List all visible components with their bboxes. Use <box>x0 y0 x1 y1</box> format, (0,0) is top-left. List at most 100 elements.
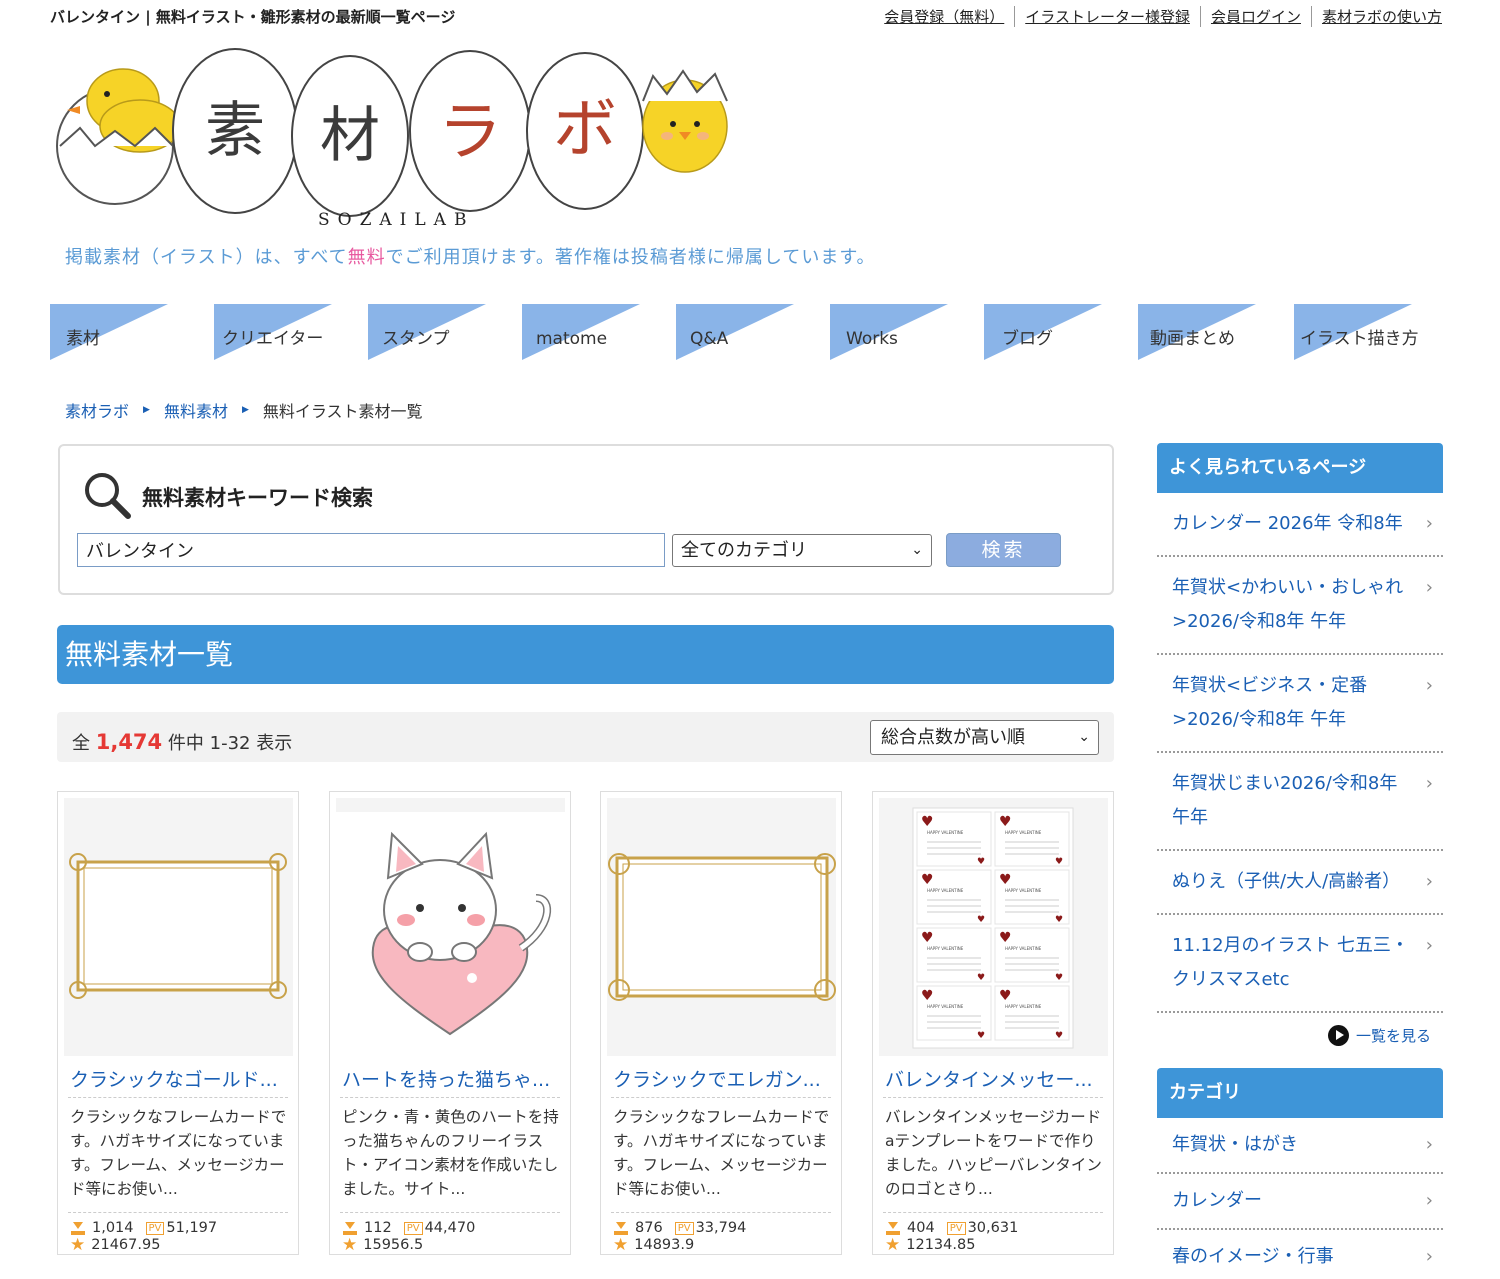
mini-card-text: HAPPY VALENTINE <box>927 946 964 951</box>
notice-text-end: でご利用頂けます。著作権は投稿者様に帰属しています。 <box>385 247 876 268</box>
chevron-down-icon: ⌄ <box>911 542 923 558</box>
sort-select[interactable]: 総合点数が高い順 ⌄ <box>870 720 1099 755</box>
material-card[interactable]: クラシックでエレガン... クラシックなフレームカードです。ハガキサイズになって… <box>600 791 842 1255</box>
nav-item-blog[interactable]: ブログ <box>984 304 1102 360</box>
card-description: クラシックなフレームカードです。ハガキサイズになっています。フレーム、メッセージ… <box>613 1108 830 1198</box>
card-description: クラシックなフレームカードです。ハガキサイズになっています。フレーム、メッセージ… <box>70 1108 287 1198</box>
logo-char-so: 素 <box>205 96 265 166</box>
pv-count: 51,197 <box>166 1220 218 1236</box>
heart-icon: ♥ <box>977 973 985 983</box>
download-count: 404 <box>907 1220 935 1236</box>
chevron-right-icon: › <box>1425 577 1433 598</box>
popular-item[interactable]: 年賀状<かわいい・おしゃれ>2026/令和8年 午年 › <box>1157 557 1443 655</box>
category-item[interactable]: 春のイメージ・行事 › <box>1157 1230 1443 1279</box>
material-card[interactable]: クラシックなゴールド... クラシックなフレームカードです。ハガキサイズになって… <box>57 791 299 1255</box>
divider <box>68 1212 288 1213</box>
score: 12134.85 <box>906 1237 976 1253</box>
see-all-link[interactable]: 一覧を見る <box>1157 1013 1443 1057</box>
divider <box>68 1097 288 1098</box>
card-title[interactable]: ハートを持った猫ちゃ... <box>342 1065 550 1092</box>
popular-item[interactable]: ぬりえ（子供/大人/高齢者） › <box>1157 851 1443 915</box>
search-icon <box>82 470 134 526</box>
login-link[interactable]: 会員ログイン <box>1201 6 1312 27</box>
nav-item-matome[interactable]: matome <box>522 304 640 360</box>
popular-item-label: 年賀状じまい2026/令和8年 午年 <box>1172 773 1398 828</box>
heart-icon: ♥ <box>1055 973 1063 983</box>
nav-item-creator[interactable]: クリエイター <box>214 304 332 360</box>
search-panel <box>58 444 1114 595</box>
register-link[interactable]: 会員登録（無料） <box>874 6 1016 27</box>
popular-item[interactable]: カレンダー 2026年 令和8年 › <box>1157 493 1443 557</box>
howto-link[interactable]: 素材ラボの使い方 <box>1312 6 1442 27</box>
site-tagline: バレンタイン | 無料イラスト・雛形素材の最新順一覧ページ <box>50 8 456 26</box>
heart-icon: ♥ <box>999 930 1012 946</box>
free-notice: 掲載素材（イラスト）は、すべて無料でご利用頂けます。著作権は投稿者様に帰属してい… <box>65 243 876 269</box>
search-button[interactable]: 検索 <box>946 533 1061 567</box>
see-all-label: 一覧を見る <box>1356 1027 1432 1045</box>
download-icon <box>886 1221 900 1235</box>
nav-item-sozai[interactable]: 素材 <box>50 304 168 360</box>
breadcrumb-home[interactable]: 素材ラボ <box>65 398 129 422</box>
category-item[interactable]: 年賀状・はがき › <box>1157 1118 1443 1174</box>
illustrator-register-link[interactable]: イラストレーター様登録 <box>1015 6 1201 27</box>
pv-icon: PV <box>403 1222 423 1235</box>
star-icon: ★ <box>885 1235 901 1255</box>
category-select-value: 全てのカテゴリ <box>681 540 807 561</box>
divider <box>883 1097 1103 1098</box>
popular-item-label: 年賀状<かわいい・おしゃれ>2026/令和8年 午年 <box>1172 577 1404 632</box>
card-title[interactable]: クラシックなゴールド... <box>70 1065 278 1092</box>
nav-label: 動画まとめ <box>1150 329 1235 349</box>
nav-label: スタンプ <box>382 329 450 349</box>
pv-count: 30,631 <box>967 1220 1019 1236</box>
site-logo[interactable]: 素 材 ラ ボ <box>55 36 735 236</box>
nav-item-stamp[interactable]: スタンプ <box>368 304 486 360</box>
material-card[interactable]: ハートを持った猫ちゃ... ピンク・青・黄色のハートを持った猫ちゃんのフリーイラ… <box>329 791 571 1255</box>
card-stats: 1,014 PV 51,197 ★ 21467.95 <box>70 1220 217 1254</box>
card-thumbnail[interactable] <box>64 798 293 1056</box>
breadcrumb-separator-icon: ▶ <box>143 405 150 415</box>
category-title: カテゴリ <box>1157 1068 1443 1118</box>
mini-card-text: HAPPY VALENTINE <box>927 1004 964 1009</box>
category-item[interactable]: カレンダー › <box>1157 1174 1443 1230</box>
sort-select-value: 総合点数が高い順 <box>881 727 1025 748</box>
card-title[interactable]: バレンタインメッセー... <box>885 1065 1093 1092</box>
mini-card-text: HAPPY VALENTINE <box>1005 1004 1042 1009</box>
nav-label: Works <box>846 329 898 349</box>
card-thumbnail[interactable]: ♥ HAPPY VALENTINE ♥ ♥ HAPPY VALENTINE ♥ ♥ HAPPY… <box>879 798 1108 1056</box>
play-icon <box>1328 1025 1349 1046</box>
nav-item-qa[interactable]: Q&A <box>676 304 794 360</box>
card-thumbnail[interactable] <box>336 798 565 1056</box>
download-count: 876 <box>635 1220 663 1236</box>
search-title: 無料素材キーワード検索 <box>142 486 373 510</box>
section-heading: 無料素材一覧 <box>57 625 1114 684</box>
download-icon <box>614 1221 628 1235</box>
breadcrumb-separator-icon: ▶ <box>241 405 249 415</box>
count-number: 1,474 <box>95 730 163 754</box>
card-stats: 112 PV 44,470 ★ 15956.5 <box>342 1220 475 1254</box>
divider <box>340 1212 560 1213</box>
nav-item-works[interactable]: Works <box>830 304 948 360</box>
card-thumbnail[interactable] <box>607 798 836 1056</box>
logo-char-zai: 材 <box>320 101 380 171</box>
search-input[interactable] <box>77 533 665 567</box>
category-item-label: 年賀状・はがき <box>1172 1134 1298 1155</box>
score: 15956.5 <box>363 1237 424 1253</box>
material-card[interactable]: ♥ HAPPY VALENTINE ♥ ♥ HAPPY VALENTINE ♥ ♥ HAPPY… <box>872 791 1114 1255</box>
nav-item-howto-draw[interactable]: イラスト描き方 <box>1294 304 1419 360</box>
pv-icon: PV <box>674 1222 694 1235</box>
heart-icon: ♥ <box>1055 915 1063 925</box>
star-icon: ★ <box>342 1235 358 1255</box>
popular-item[interactable]: 年賀状<ビジネス・定番>2026/令和8年 午年 › <box>1157 655 1443 753</box>
heart-icon: ♥ <box>1055 857 1063 867</box>
popular-item[interactable]: 11.12月のイラスト 七五三・クリスマスetc › <box>1157 915 1443 1013</box>
category-select[interactable]: 全てのカテゴリ ⌄ <box>672 534 932 567</box>
nav-item-movie[interactable]: 動画まとめ <box>1138 304 1256 360</box>
card-stats: 404 PV 30,631 ★ 12134.85 <box>885 1220 1018 1254</box>
popular-pages-title: よく見られているページ <box>1157 443 1443 493</box>
card-title[interactable]: クラシックでエレガン... <box>613 1065 821 1092</box>
card-description: ピンク・青・黄色のハートを持った猫ちゃんのフリーイラスト・アイコン素材を作成いた… <box>342 1108 559 1198</box>
popular-item[interactable]: 年賀状じまい2026/令和8年 午年 › <box>1157 753 1443 851</box>
breadcrumb-free-sozai[interactable]: 無料素材 <box>164 398 228 422</box>
nav-label: 素材 <box>66 329 100 349</box>
notice-highlight: 無料 <box>347 247 386 268</box>
